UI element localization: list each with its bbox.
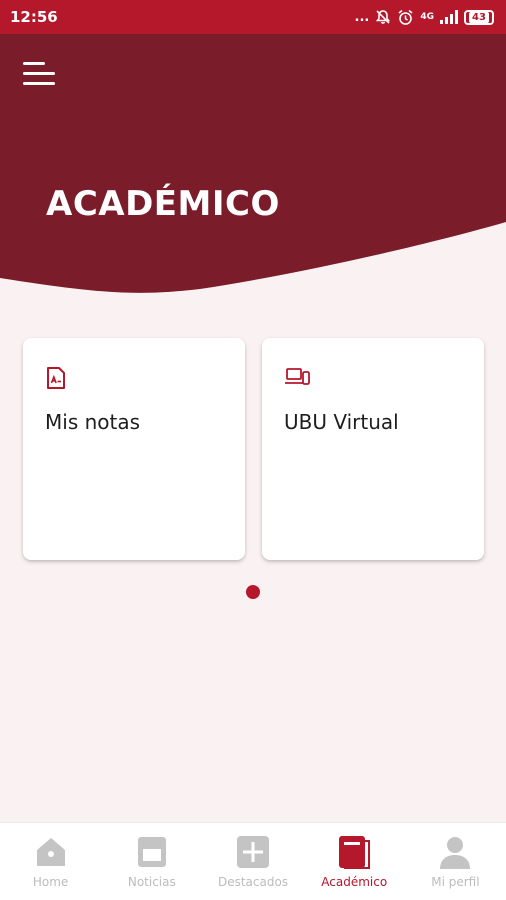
signal-icon	[440, 10, 458, 24]
laptop-phone-icon	[284, 366, 310, 392]
document-grade-icon	[45, 366, 67, 394]
card-ubu-virtual[interactable]: UBU Virtual	[262, 338, 484, 560]
mute-bell-icon	[375, 9, 391, 25]
notification-dots: ...	[354, 9, 370, 25]
card-mis-notas[interactable]: Mis notas	[23, 338, 245, 560]
page-title: ACADÉMICO	[46, 184, 280, 224]
status-time: 12:56	[10, 8, 58, 26]
bottom-navigation: Home Noticias Destacados Académico Mi pe…	[0, 822, 506, 900]
nav-item-academico[interactable]: Académico	[304, 823, 405, 900]
hamburger-menu-icon	[23, 62, 45, 65]
plus-icon	[233, 833, 273, 871]
nav-item-home[interactable]: Home	[0, 823, 101, 900]
nav-label: Noticias	[127, 875, 176, 889]
nav-label: Académico	[321, 875, 388, 889]
nav-label: Home	[32, 875, 69, 889]
hamburger-line	[23, 82, 55, 85]
book-icon	[334, 833, 374, 871]
nav-item-destacados[interactable]: Destacados	[202, 823, 303, 900]
user-icon	[435, 833, 475, 871]
battery-icon: 43	[464, 9, 494, 25]
nav-item-noticias[interactable]: Noticias	[101, 823, 202, 900]
network-label: 4G	[420, 11, 434, 22]
status-icons: ... 4G 43	[355, 9, 494, 26]
nav-item-mi-perfil[interactable]: Mi perfil	[405, 823, 506, 900]
menu-button[interactable]	[20, 60, 58, 88]
header: ACADÉMICO	[0, 34, 506, 304]
nav-label: Destacados	[217, 875, 289, 889]
status-bar: 12:56 ... 4G 43	[0, 0, 506, 34]
alarm-icon	[397, 9, 414, 26]
hamburger-line	[23, 72, 55, 75]
home-icon	[31, 833, 71, 871]
card-label: Mis notas	[45, 410, 141, 434]
nav-label: Mi perfil	[431, 875, 480, 889]
battery-level: 43	[469, 11, 489, 23]
pager-dot	[246, 585, 260, 599]
news-icon	[132, 833, 172, 871]
card-label: UBU Virtual	[284, 410, 399, 434]
header-wave-background	[0, 34, 506, 293]
